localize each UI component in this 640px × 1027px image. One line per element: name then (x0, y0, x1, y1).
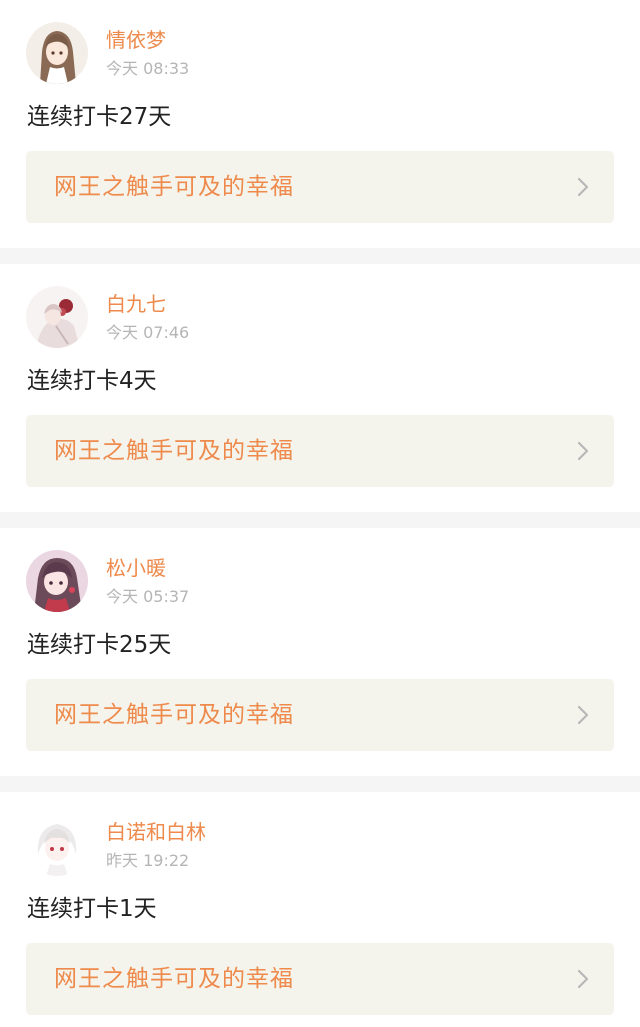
post-card: 白九七 今天 07:46 连续打卡4天 网王之触手可及的幸福 (0, 264, 640, 512)
checkin-text: 连续打卡1天 (27, 896, 157, 922)
checkin-text: 连续打卡4天 (27, 368, 157, 394)
avatar[interactable] (26, 550, 88, 612)
topic-title: 网王之触手可及的幸福 (54, 174, 294, 200)
post-separator (0, 776, 640, 792)
checkin-text: 连续打卡27天 (27, 104, 172, 130)
topic-card[interactable]: 网王之触手可及的幸福 (26, 943, 614, 1015)
username[interactable]: 白九七 (106, 291, 166, 317)
checkin-text: 连续打卡25天 (27, 632, 172, 658)
timestamp: 今天 07:46 (106, 323, 190, 342)
chevron-right-icon (577, 441, 589, 461)
avatar[interactable] (26, 814, 88, 876)
avatar[interactable] (26, 22, 88, 84)
timestamp: 今天 05:37 (106, 587, 190, 606)
username[interactable]: 白诺和白林 (106, 819, 206, 845)
timestamp: 昨天 19:22 (106, 851, 190, 870)
timestamp: 今天 08:33 (106, 59, 190, 78)
post-card: 松小暖 今天 05:37 连续打卡25天 网王之触手可及的幸福 (0, 528, 640, 776)
avatar[interactable] (26, 286, 88, 348)
checkin-feed: 情依梦 今天 08:33 连续打卡27天 网王之触手可及的幸福 白九七 今天 0… (0, 0, 640, 1027)
username[interactable]: 松小暖 (106, 555, 166, 581)
topic-title: 网王之触手可及的幸福 (54, 438, 294, 464)
anime-girl-avatar-icon (26, 550, 88, 612)
topic-card[interactable]: 网王之触手可及的幸福 (26, 151, 614, 223)
anime-boy-avatar-icon (26, 814, 88, 876)
topic-card[interactable]: 网王之触手可及的幸福 (26, 415, 614, 487)
post-separator (0, 512, 640, 528)
post-separator (0, 248, 640, 264)
anime-girl-avatar-icon (26, 286, 88, 348)
chevron-right-icon (577, 705, 589, 725)
chevron-right-icon (577, 969, 589, 989)
username[interactable]: 情依梦 (106, 27, 166, 53)
topic-title: 网王之触手可及的幸福 (54, 966, 294, 992)
chevron-right-icon (577, 177, 589, 197)
anime-girl-avatar-icon (26, 22, 88, 84)
topic-card[interactable]: 网王之触手可及的幸福 (26, 679, 614, 751)
topic-title: 网王之触手可及的幸福 (54, 702, 294, 728)
post-card: 情依梦 今天 08:33 连续打卡27天 网王之触手可及的幸福 (0, 0, 640, 248)
post-card: 白诺和白林 昨天 19:22 连续打卡1天 网王之触手可及的幸福 (0, 792, 640, 1027)
